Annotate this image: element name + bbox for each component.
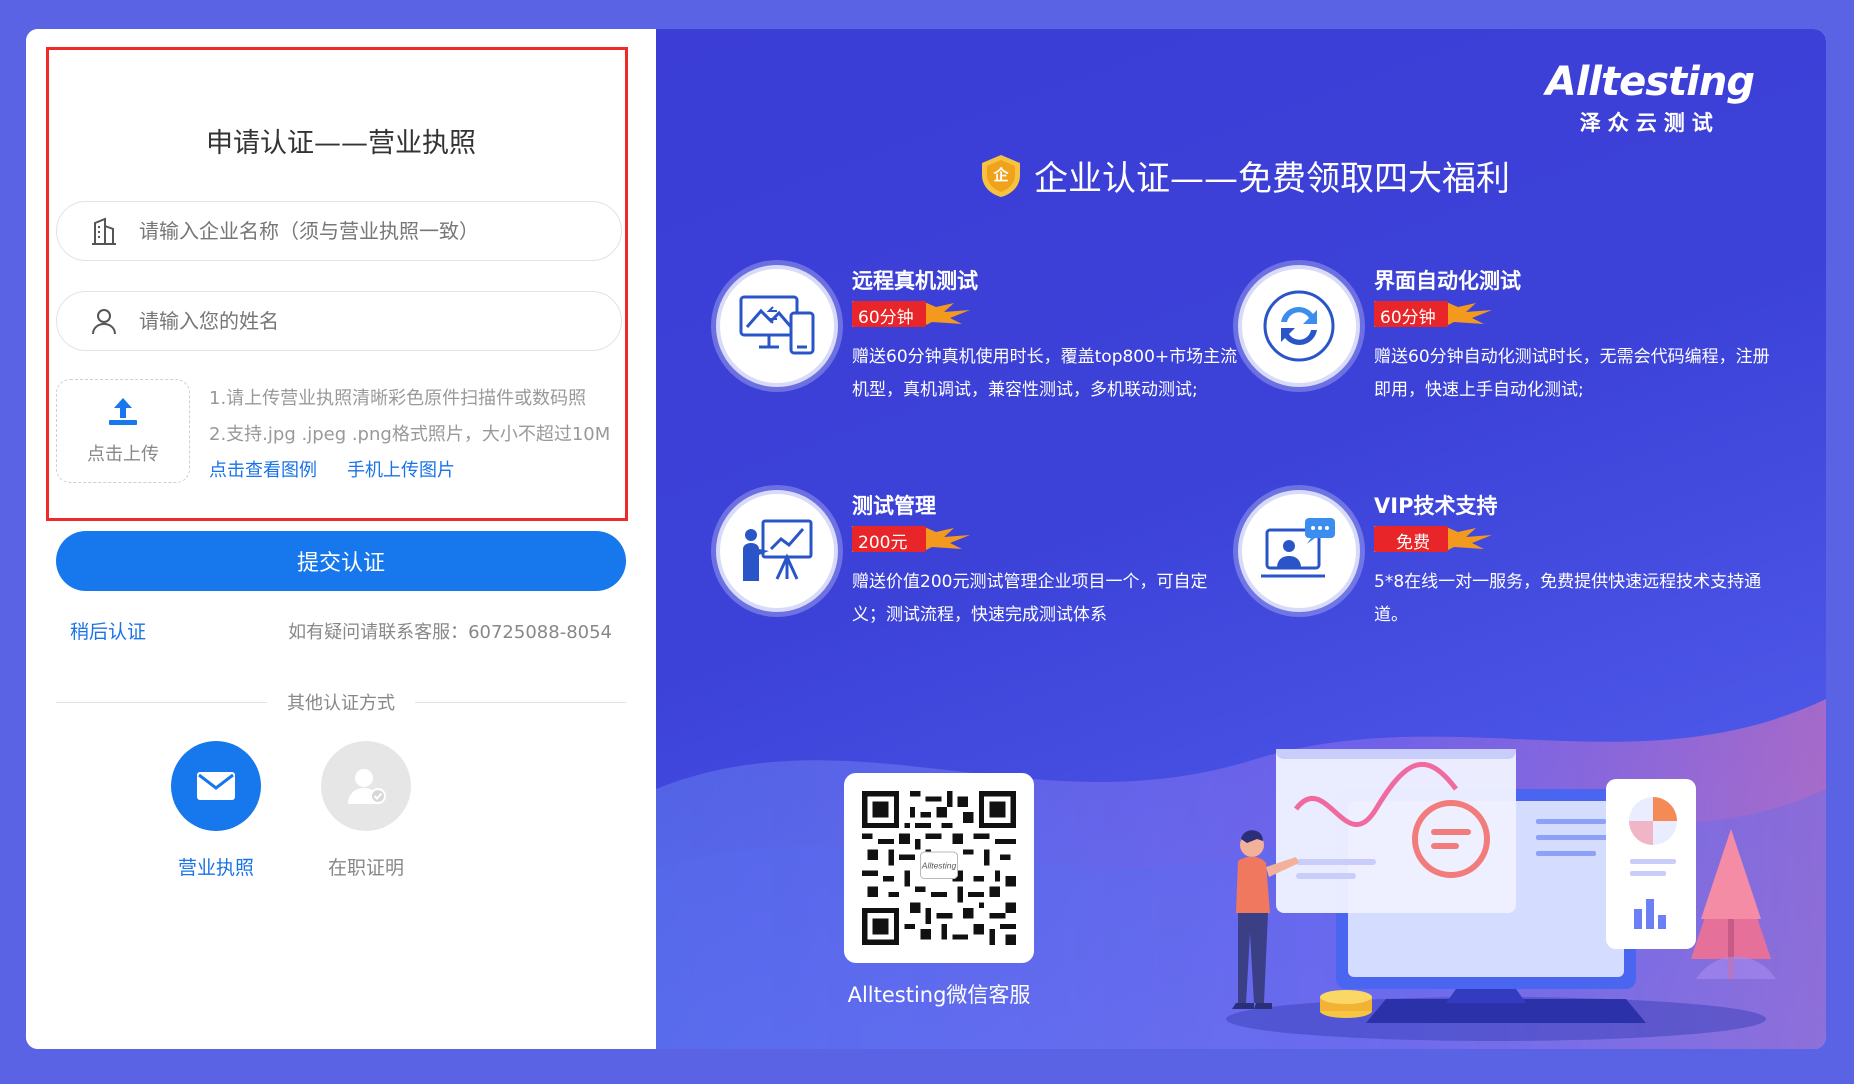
qr-code-icon: Alltesting xyxy=(862,791,1016,945)
dashboard-illustration xyxy=(1226,749,1776,1041)
refresh-icon xyxy=(1238,265,1360,387)
benefit-desc: 赠送60分钟自动化测试时长，无需会代码编程，注册即用，快速上手自动化测试; xyxy=(1374,347,1770,400)
user-icon xyxy=(81,306,127,336)
support-chat-icon xyxy=(1238,490,1360,612)
contact-text: 如有疑问请联系客服：60725088-8054 xyxy=(288,622,612,643)
divider-line-right xyxy=(415,701,626,703)
method-license-label: 营业执照 xyxy=(177,857,254,879)
benefit-title: VIP技术支持 xyxy=(1374,494,1498,518)
benefit-desc: 5*8在线一对一服务，免费提供快速远程技术支持通道。 xyxy=(1374,572,1762,625)
benefit-badge: 60分钟 xyxy=(1374,301,1494,328)
logo-name: Alltesting xyxy=(1545,59,1755,105)
user-name-field[interactable] xyxy=(56,291,622,351)
form-title: 申请认证——营业执照 xyxy=(206,128,476,159)
headline-text: 企业认证——免费领取四大福利 xyxy=(1034,159,1510,199)
upload-links: 点击查看图例 手机上传图片 xyxy=(209,453,629,489)
method-business-license[interactable]: 营业执照 xyxy=(156,741,276,880)
form-panel: 申请认证——营业执照 点击上传 1.请上传营业执照清晰彩色原件扫描件或数码照 2… xyxy=(26,29,656,1049)
benefit-title: 界面自动化测试 xyxy=(1374,269,1521,293)
divider-line-left xyxy=(56,701,267,703)
benefit-title: 测试管理 xyxy=(852,494,936,518)
building-icon xyxy=(81,216,127,246)
upload-tips: 1.请上传营业执照清晰彩色原件扫描件或数码照 2.支持.jpg .jpeg .p… xyxy=(209,381,629,489)
company-name-input[interactable] xyxy=(139,202,621,260)
other-methods-divider: 其他认证方式 xyxy=(56,689,626,715)
enterprise-shield-icon: 企 xyxy=(978,153,1024,199)
upload-button[interactable]: 点击上传 xyxy=(56,379,190,483)
brand-logo: Alltesting 泽众云测试 xyxy=(1545,59,1755,137)
benefit-badge-text: 200元 xyxy=(858,533,908,553)
submit-button[interactable]: 提交认证 xyxy=(56,531,626,591)
promo-panel: Alltesting 泽众云测试 企 企业认证——免费领取四大福利 远程真机测试… xyxy=(656,29,1826,1049)
mail-icon xyxy=(171,741,261,831)
wechat-qr-code: Alltesting xyxy=(844,773,1034,963)
mobile-upload-link[interactable]: 手机上传图片 xyxy=(347,453,455,489)
other-methods-label: 其他认证方式 xyxy=(287,693,395,714)
benefit-title: 远程真机测试 xyxy=(852,269,978,293)
benefit-badge: 60分钟 xyxy=(852,301,972,328)
benefit-badge-text: 60分钟 xyxy=(858,308,914,328)
benefit-badge: 200元 xyxy=(852,526,972,553)
method-employment-label: 在职证明 xyxy=(327,857,404,879)
presentation-icon xyxy=(716,490,838,612)
view-example-link[interactable]: 点击查看图例 xyxy=(209,453,317,489)
auth-card: 申请认证——营业执照 点击上传 1.请上传营业执照清晰彩色原件扫描件或数码照 2… xyxy=(26,29,1826,1049)
benefit-badge-text: 免费 xyxy=(1396,533,1430,553)
benefit-desc: 赠送价值200元测试管理企业项目一个，可自定义；测试流程，快速完成测试体系 xyxy=(852,572,1208,625)
upload-label: 点击上传 xyxy=(87,444,159,465)
upload-tip-2: 2.支持.jpg .jpeg .png格式照片，大小不超过10M xyxy=(209,424,611,445)
upload-icon xyxy=(106,396,140,432)
monitor-phone-icon xyxy=(716,265,838,387)
enterprise-shield-label: 企 xyxy=(993,165,1009,184)
later-link[interactable]: 稍后认证 xyxy=(70,617,146,644)
user-verified-icon xyxy=(321,741,411,831)
benefit-badge: 免费 xyxy=(1374,526,1494,553)
qr-label: Alltesting微信客服 xyxy=(847,983,1031,1007)
qr-center-logo: Alltesting xyxy=(921,861,957,871)
logo-subtitle: 泽众云测试 xyxy=(1579,111,1720,135)
company-name-field[interactable] xyxy=(56,201,622,261)
method-employment-proof[interactable]: 在职证明 xyxy=(306,741,426,880)
benefit-badge-text: 60分钟 xyxy=(1380,308,1436,328)
benefit-desc: 赠送60分钟真机使用时长，覆盖top800+市场主流机型，真机调试，兼容性测试，… xyxy=(852,347,1238,400)
user-name-input[interactable] xyxy=(139,292,621,350)
headline: 企 企业认证——免费领取四大福利 xyxy=(978,151,1510,200)
upload-tip-1: 1.请上传营业执照清晰彩色原件扫描件或数码照 xyxy=(209,388,587,409)
